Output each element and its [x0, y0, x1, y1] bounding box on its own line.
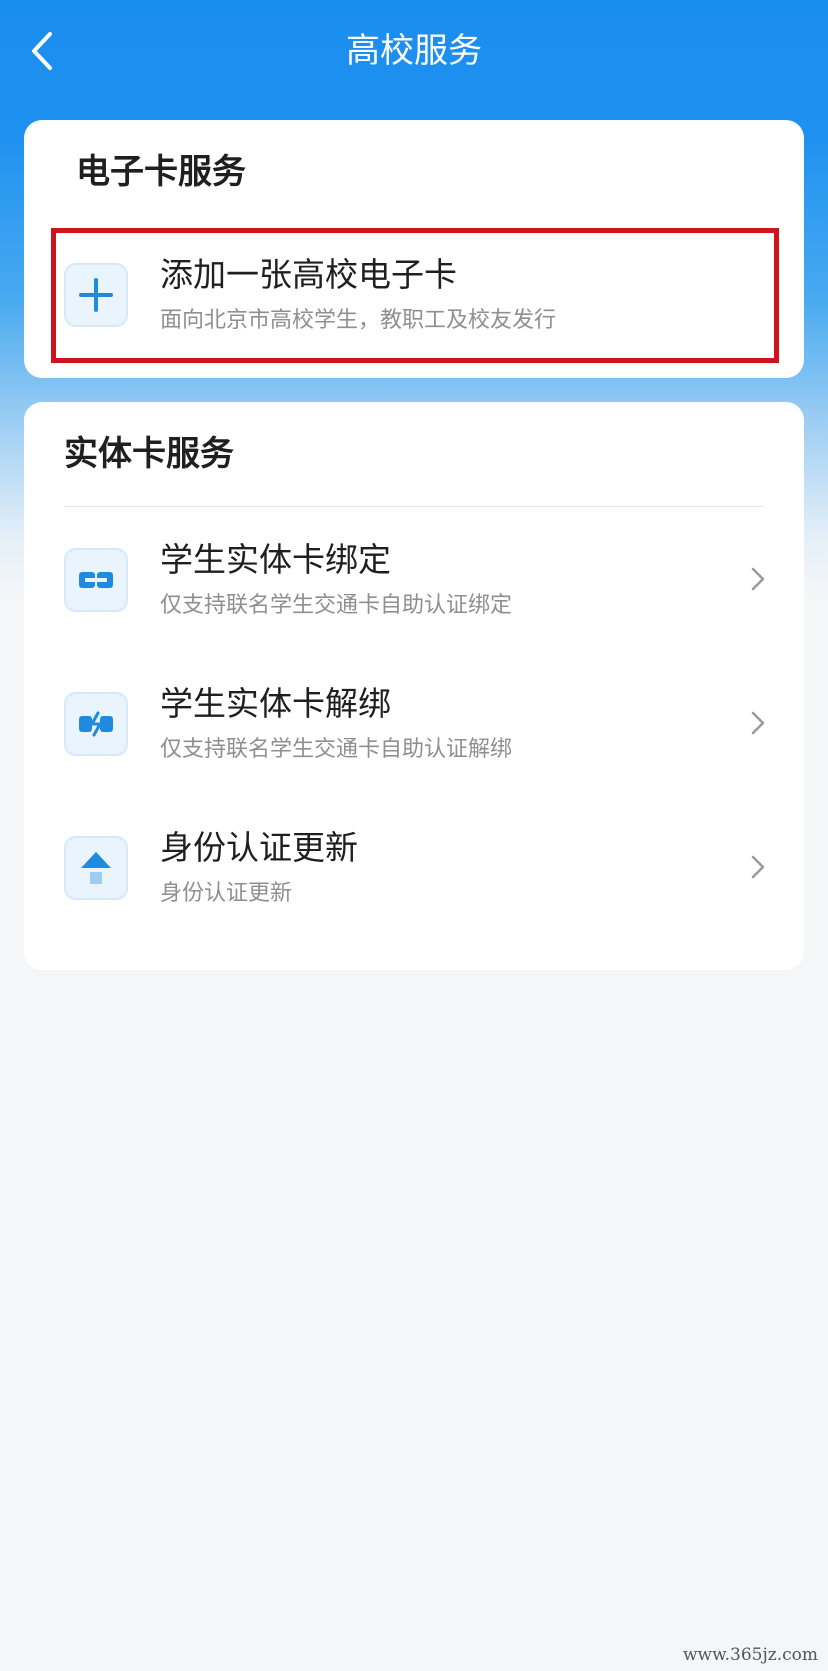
- section-title-electronic: 电子卡服务: [76, 152, 246, 192]
- bind-card-subtitle: 仅支持联名学生交通卡自助认证绑定: [160, 593, 513, 618]
- electronic-card-section: 电子卡服务 添加一张高校电子卡 面向北京市高校学生，教职工及校友发行: [24, 120, 804, 378]
- section-title-physical: 实体卡服务: [64, 434, 234, 474]
- unlink-icon: [79, 711, 113, 737]
- bind-card-title: 学生实体卡绑定: [160, 540, 391, 579]
- unbind-card-icon-box: [64, 692, 128, 756]
- unbind-card-title: 学生实体卡解绑: [160, 684, 391, 723]
- page-title: 高校服务: [346, 31, 482, 71]
- chevron-right-icon: [748, 708, 768, 738]
- identity-update-title: 身份认证更新: [160, 828, 358, 867]
- unbind-card-subtitle: 仅支持联名学生交通卡自助认证解绑: [160, 737, 513, 762]
- watermark: www.365jz.com: [683, 1645, 818, 1665]
- chevron-right-icon: [748, 564, 768, 594]
- highlight-box: [51, 228, 779, 363]
- physical-card-section: 实体卡服务 学生实体卡绑定 仅支持联名学生交通卡自助认证绑定 学生实体卡解绑 仅…: [24, 402, 804, 970]
- section-divider: [64, 506, 764, 507]
- identity-update-item[interactable]: 身份认证更新 身份认证更新: [24, 808, 804, 928]
- bind-physical-card-item[interactable]: 学生实体卡绑定 仅支持联名学生交通卡自助认证绑定: [24, 520, 804, 640]
- identity-update-subtitle: 身份认证更新: [160, 881, 293, 906]
- identity-update-icon-box: [64, 836, 128, 900]
- app-header: 高校服务: [0, 0, 828, 104]
- link-icon: [79, 572, 113, 588]
- chevron-right-icon: [748, 852, 768, 882]
- bind-card-icon-box: [64, 548, 128, 612]
- unbind-physical-card-item[interactable]: 学生实体卡解绑 仅支持联名学生交通卡自助认证解绑: [24, 664, 804, 784]
- upload-icon: [81, 852, 111, 884]
